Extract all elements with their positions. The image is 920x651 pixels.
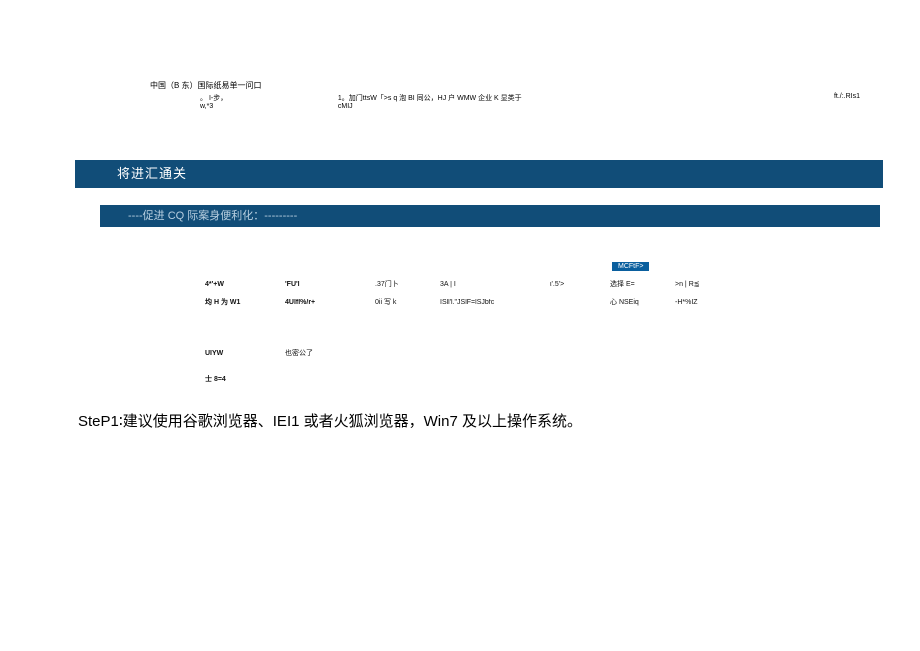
cell: 0ii 写 k bbox=[375, 297, 440, 307]
main-banner: 将进汇通关 bbox=[75, 160, 883, 188]
cell: ISll'l."JSlF=lSJbfc bbox=[440, 299, 550, 306]
grid-row: 均 H 为 W1 4Ulfl%/r+ 0ii 写 k ISll'l."JSlF=… bbox=[205, 293, 735, 311]
step-instruction: SteP1∶建议使用谷歌浏览器、IEI1 或者火狐浏览器，Win7 及以上操作系… bbox=[78, 410, 582, 431]
tag-badge: MCFtF> bbox=[612, 262, 649, 271]
cell: 士 8=4 bbox=[205, 374, 285, 384]
cell: UIYW bbox=[205, 350, 285, 357]
header-title: 中国（B 东）国际纸易单一问口 bbox=[150, 80, 860, 91]
sub-banner: ----促进 CQ 际案身便利化：--------- bbox=[100, 205, 880, 227]
header-sub-1: 。 I-步，w,*3 bbox=[200, 93, 238, 110]
cell: ι'.5'> bbox=[550, 281, 610, 288]
cell: 也密公了 bbox=[285, 348, 365, 358]
cell: 'FU'l bbox=[285, 281, 375, 288]
cell: .37门卜 bbox=[375, 279, 440, 289]
cell: -H*%IZ bbox=[675, 299, 735, 306]
header-subline: 。 I-步，w,*3 1。加门ttsW「>s q 泡 BI 同公，HJ 户 WM… bbox=[150, 93, 860, 110]
step-text: SteP1∶建议使用谷歌浏览器、IEI1 或者火狐浏览器，Win7 及以上操作系… bbox=[78, 413, 582, 430]
small-grid: UIYW 也密公了 士 8=4 bbox=[205, 345, 365, 387]
cell: >n | R⪅ bbox=[675, 280, 735, 288]
cell: 3A | I bbox=[440, 281, 550, 288]
small-row: UIYW 也密公了 bbox=[205, 345, 365, 361]
cell: 4Ulfl%/r+ bbox=[285, 299, 375, 306]
cell: 心 NSEiq bbox=[610, 297, 675, 307]
cell: 均 H 为 W1 bbox=[205, 297, 285, 307]
header-sub-2: 1。加门ttsW「>s q 泡 BI 同公，HJ 户 WMW 企业 K 显类于c… bbox=[338, 93, 524, 110]
page-header: 中国（B 东）国际纸易单一问口 。 I-步，w,*3 1。加门ttsW「>s q… bbox=[150, 80, 860, 110]
cell: 4*'+W bbox=[205, 281, 285, 288]
header-sub-3: ft./:.RIs1 bbox=[834, 93, 860, 110]
data-grid: 4*'+W 'FU'l .37门卜 3A | I ι'.5'> 选择 E= >n… bbox=[205, 275, 735, 311]
small-row: 士 8=4 bbox=[205, 371, 365, 387]
cell: 选择 E= bbox=[610, 279, 675, 289]
grid-row: 4*'+W 'FU'l .37门卜 3A | I ι'.5'> 选择 E= >n… bbox=[205, 275, 735, 293]
